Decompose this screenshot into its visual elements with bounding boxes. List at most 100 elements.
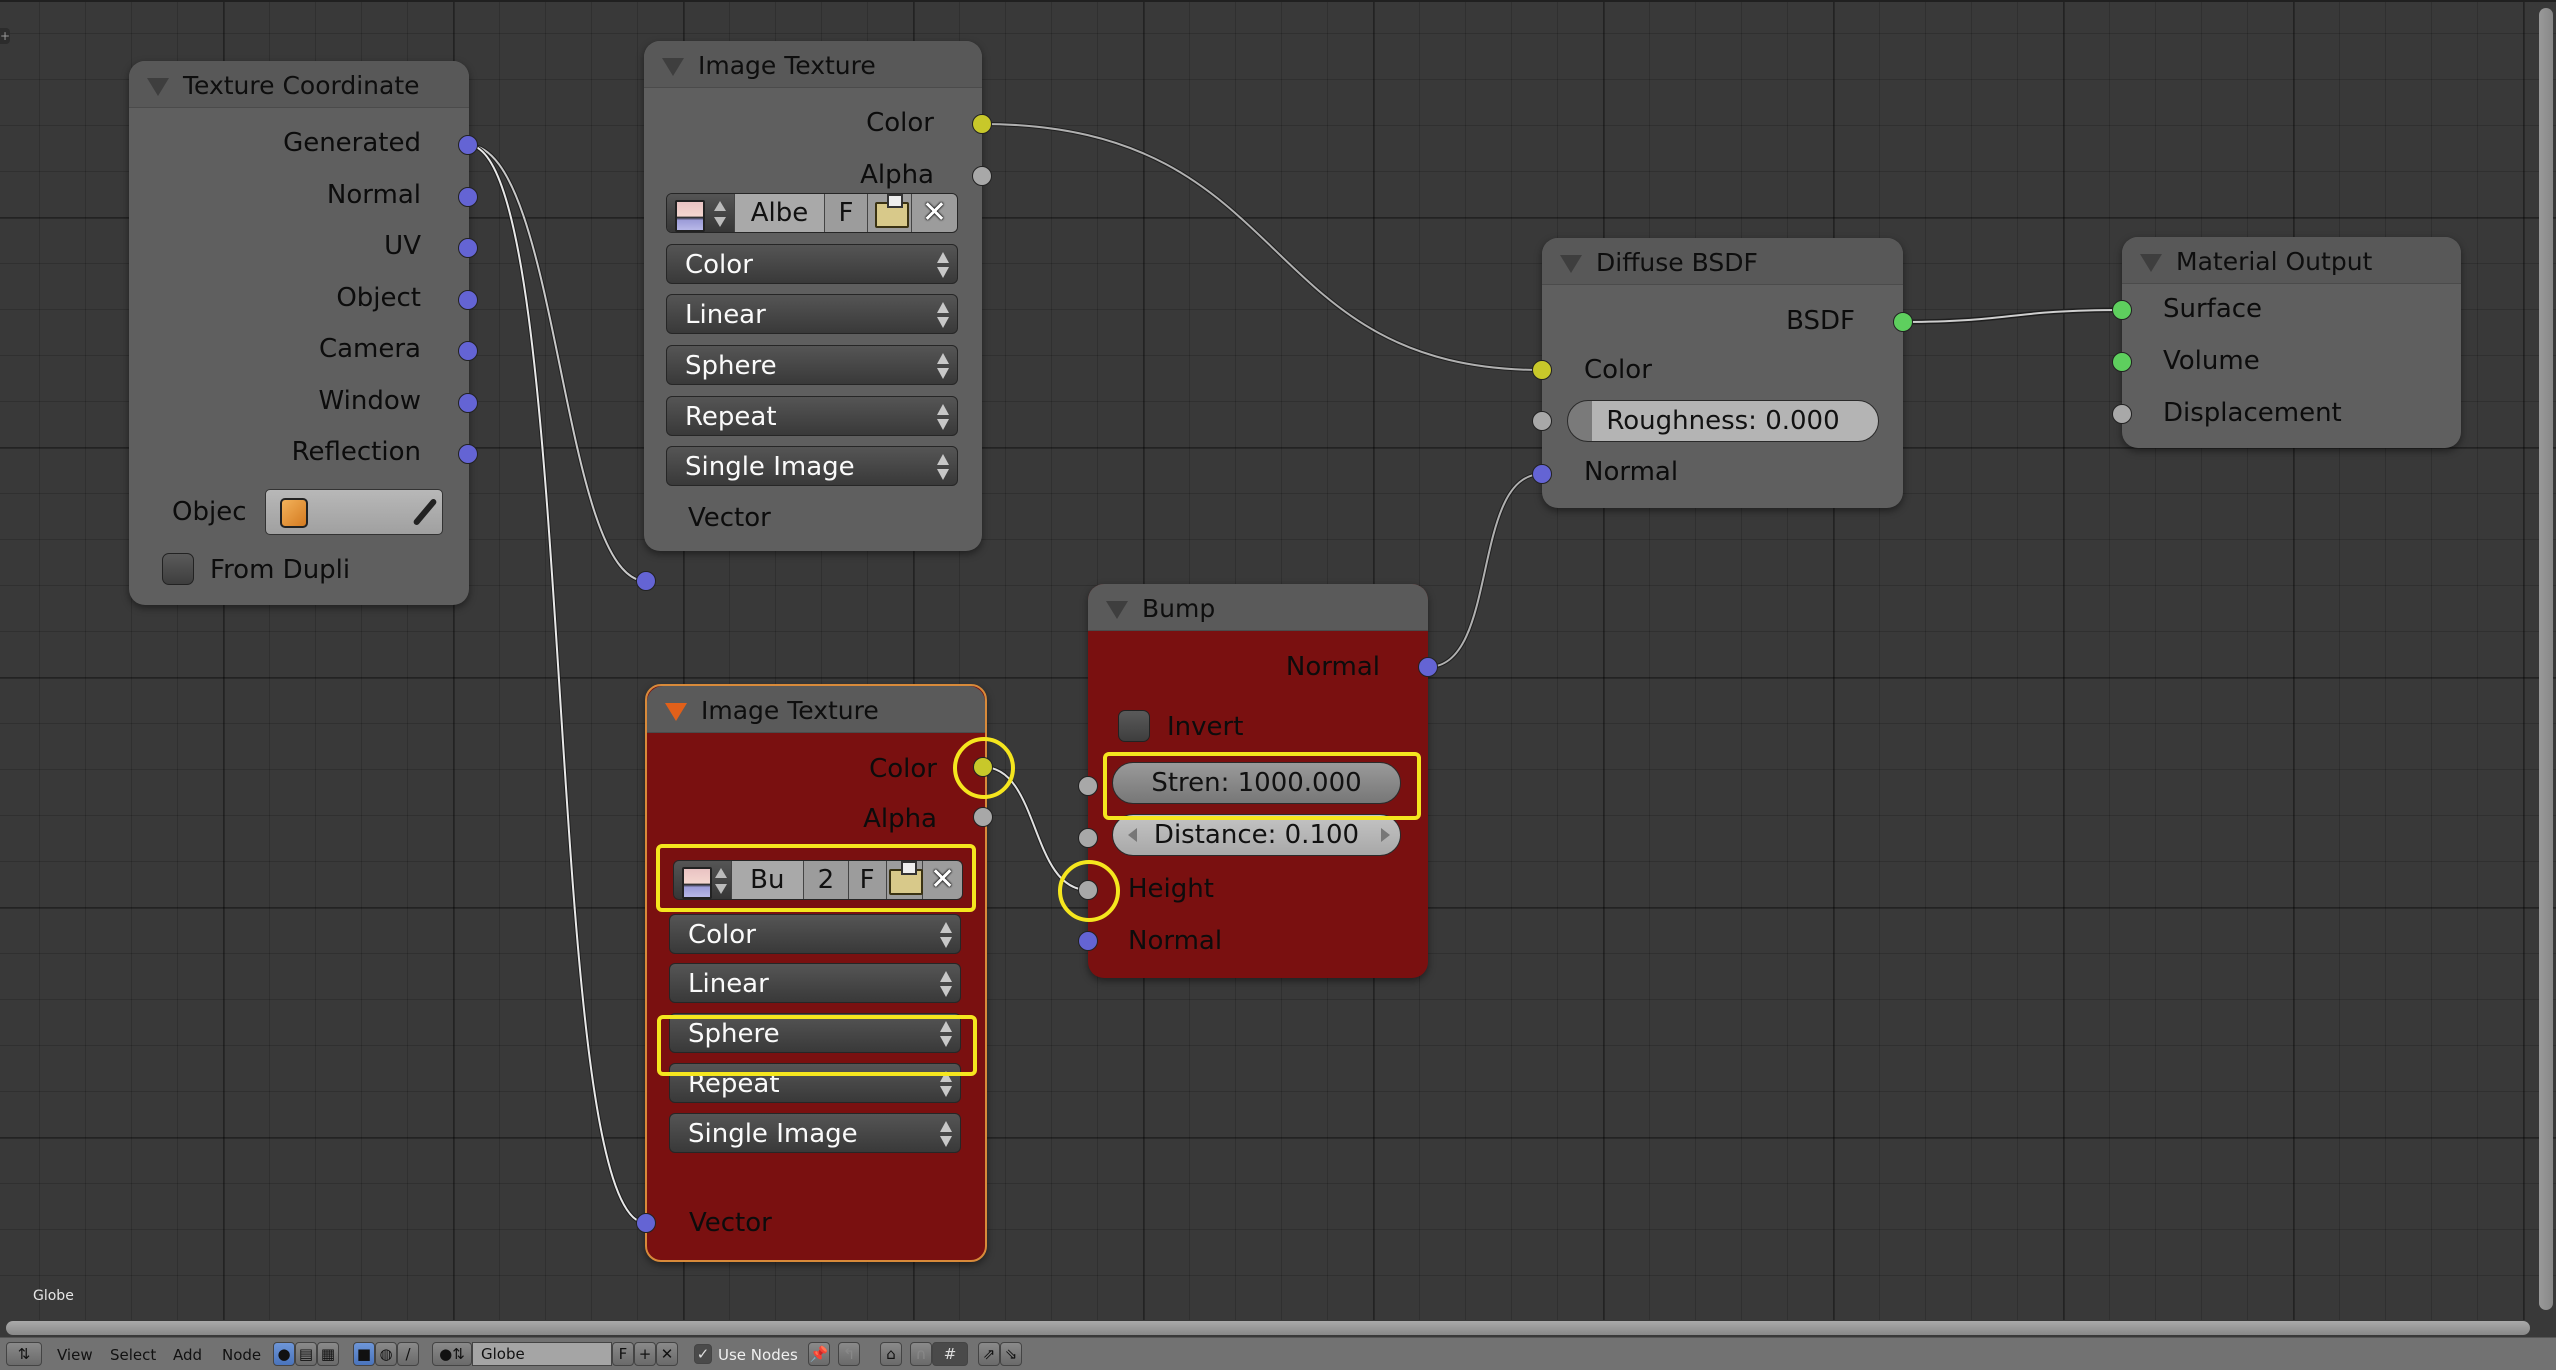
- increment-arrow-icon[interactable]: [1381, 828, 1390, 842]
- browse-image-button[interactable]: [674, 861, 732, 899]
- projection-dropdown[interactable]: Sphere: [666, 345, 958, 385]
- node-diffuse-bsdf[interactable]: Diffuse BSDF BSDF Color Roughness: 0.000…: [1542, 238, 1903, 508]
- color-space-dropdown[interactable]: Color: [666, 244, 958, 284]
- fake-user-button[interactable]: F: [848, 861, 887, 899]
- material-browse-button[interactable]: ●⇅: [432, 1342, 472, 1366]
- material-name-field[interactable]: Globe: [472, 1342, 612, 1366]
- socket-vector-input[interactable]: [636, 1213, 656, 1233]
- collapse-triangle-icon[interactable]: [1106, 601, 1128, 619]
- interpolation-dropdown[interactable]: Linear: [669, 963, 961, 1003]
- strength-field[interactable]: Stren: 1000.000: [1112, 762, 1401, 804]
- socket-reflection-output[interactable]: [458, 444, 478, 464]
- new-material-button[interactable]: +: [634, 1342, 656, 1366]
- projection-dropdown[interactable]: Sphere: [669, 1013, 961, 1053]
- socket-generated-output[interactable]: [458, 135, 478, 155]
- world-shader-button[interactable]: ◍: [375, 1342, 397, 1366]
- node-image-texture-albedo[interactable]: Image Texture Color Alpha Albe F ✕ Color…: [644, 41, 982, 551]
- open-image-button[interactable]: [886, 861, 924, 899]
- distance-field[interactable]: Distance: 0.100: [1112, 814, 1401, 856]
- node-header[interactable]: Diffuse BSDF: [1542, 238, 1903, 285]
- node-header[interactable]: Image Texture: [644, 41, 982, 88]
- fake-user-button[interactable]: F: [825, 194, 868, 232]
- object-field[interactable]: [265, 489, 443, 535]
- invert-checkbox[interactable]: [1118, 710, 1150, 742]
- collapse-triangle-icon[interactable]: [2140, 254, 2162, 272]
- image-name-field[interactable]: Albe: [735, 194, 825, 232]
- menu-select[interactable]: Select: [110, 1346, 156, 1364]
- node-bump[interactable]: Bump Normal Invert Stren: 1000.000 Dista…: [1088, 584, 1428, 978]
- parent-tree-button[interactable]: ↰: [838, 1342, 860, 1366]
- compositing-tree-button[interactable]: ▤: [295, 1342, 317, 1366]
- socket-window-output[interactable]: [458, 393, 478, 413]
- socket-height-input[interactable]: [1078, 880, 1098, 900]
- decrement-arrow-icon[interactable]: [1128, 828, 1137, 842]
- socket-alpha-output[interactable]: [972, 166, 992, 186]
- node-header[interactable]: Bump: [1088, 584, 1428, 631]
- browse-image-button[interactable]: [667, 194, 735, 232]
- horizontal-scrollbar[interactable]: [6, 1321, 2530, 1335]
- socket-distance-input[interactable]: [1078, 828, 1098, 848]
- interpolation-dropdown[interactable]: Linear: [666, 294, 958, 334]
- socket-color-output[interactable]: [972, 114, 992, 134]
- image-selector[interactable]: Bu 2 F ✕: [673, 860, 963, 900]
- editor-type-button[interactable]: ⇅: [6, 1342, 42, 1366]
- socket-alpha-output[interactable]: [973, 807, 993, 827]
- open-image-button[interactable]: [868, 194, 912, 232]
- object-shader-button[interactable]: ■: [353, 1342, 375, 1366]
- socket-displacement-input[interactable]: [2112, 404, 2132, 424]
- unlink-image-button[interactable]: ✕: [912, 194, 957, 232]
- pin-button[interactable]: 📌: [808, 1342, 830, 1366]
- source-dropdown[interactable]: Single Image: [666, 446, 958, 486]
- node-image-texture-bump[interactable]: Image Texture Color Alpha Bu 2 F ✕ Color…: [645, 684, 987, 1262]
- vertical-scrollbar[interactable]: [2539, 8, 2553, 1310]
- unlink-material-button[interactable]: ✕: [656, 1342, 678, 1366]
- socket-normal-input[interactable]: [1532, 464, 1552, 484]
- roughness-field[interactable]: Roughness: 0.000: [1567, 400, 1879, 442]
- source-dropdown[interactable]: Single Image: [669, 1113, 961, 1153]
- socket-object-output[interactable]: [458, 290, 478, 310]
- socket-vector-input[interactable]: [636, 571, 656, 591]
- menu-view[interactable]: View: [57, 1346, 93, 1364]
- linestyle-shader-button[interactable]: /: [397, 1342, 419, 1366]
- eyedropper-icon[interactable]: [412, 497, 438, 527]
- users-count-button[interactable]: 2: [804, 861, 849, 899]
- socket-normal-output[interactable]: [1418, 657, 1438, 677]
- copy-nodes-button[interactable]: ⇗: [978, 1342, 1000, 1366]
- socket-strength-input[interactable]: [1078, 776, 1098, 796]
- color-space-dropdown[interactable]: Color: [669, 914, 961, 954]
- node-header[interactable]: Image Texture: [647, 686, 985, 733]
- image-name-field[interactable]: Bu: [731, 861, 805, 899]
- menu-add[interactable]: Add: [173, 1346, 202, 1364]
- socket-surface-input[interactable]: [2112, 300, 2132, 320]
- image-selector[interactable]: Albe F ✕: [666, 193, 958, 233]
- socket-bsdf-output[interactable]: [1893, 312, 1913, 332]
- extension-dropdown[interactable]: Repeat: [666, 396, 958, 436]
- socket-color-input[interactable]: [1532, 360, 1552, 380]
- node-header[interactable]: Material Output: [2122, 237, 2461, 284]
- paste-nodes-button[interactable]: ⇘: [1000, 1342, 1022, 1366]
- extension-dropdown[interactable]: Repeat: [669, 1063, 961, 1103]
- shader-tree-button[interactable]: ●: [273, 1342, 295, 1366]
- collapse-triangle-icon[interactable]: [665, 703, 687, 721]
- canvas-plus-icon[interactable]: +: [0, 28, 10, 44]
- use-nodes-checkbox[interactable]: ✓: [694, 1344, 712, 1364]
- socket-volume-input[interactable]: [2112, 352, 2132, 372]
- collapse-triangle-icon[interactable]: [147, 78, 169, 96]
- socket-color-output[interactable]: [973, 757, 993, 777]
- node-material-output[interactable]: Material Output Surface Volume Displacem…: [2122, 237, 2461, 448]
- collapse-triangle-icon[interactable]: [1560, 255, 1582, 273]
- node-texture-coordinate[interactable]: Texture Coordinate Generated Normal UV O…: [129, 61, 469, 605]
- socket-normal-input[interactable]: [1078, 931, 1098, 951]
- menu-node[interactable]: Node: [222, 1346, 261, 1364]
- backdrop-button[interactable]: ⌂: [880, 1342, 902, 1366]
- socket-normal-output[interactable]: [458, 187, 478, 207]
- from-dupli-checkbox[interactable]: [162, 553, 194, 585]
- socket-camera-output[interactable]: [458, 341, 478, 361]
- node-header[interactable]: Texture Coordinate: [129, 61, 469, 108]
- unlink-image-button[interactable]: ✕: [923, 861, 962, 899]
- socket-uv-output[interactable]: [458, 238, 478, 258]
- texture-tree-button[interactable]: ▦: [317, 1342, 339, 1366]
- socket-roughness-input[interactable]: [1532, 411, 1552, 431]
- snap-element-dropdown[interactable]: #: [932, 1342, 968, 1366]
- snap-toggle-button[interactable]: ∩: [910, 1342, 932, 1366]
